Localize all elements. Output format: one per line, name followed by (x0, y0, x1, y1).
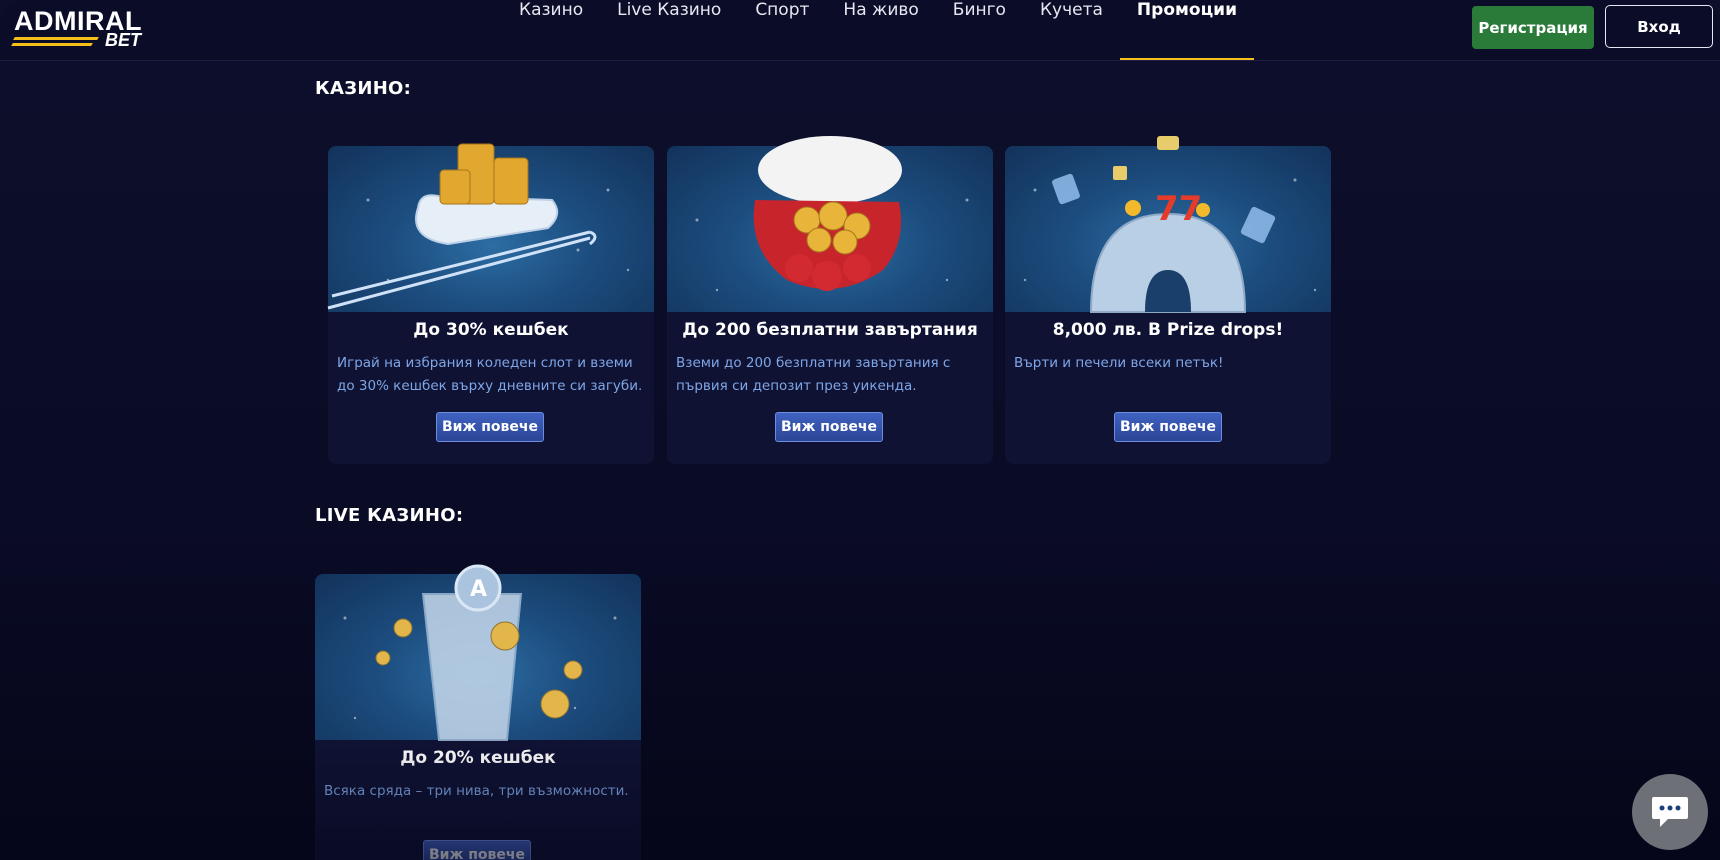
promo-image[interactable] (667, 136, 993, 312)
promo-description: Вземи до 200 безплатни завъртания с първ… (676, 355, 951, 394)
nav-item-live[interactable]: На живо (826, 0, 935, 60)
promo-title: До 20% кешбек (400, 748, 556, 768)
admiral-bet-logo[interactable]: ADMIRAL BET (10, 6, 158, 50)
mitten-with-coins-icon (695, 136, 969, 292)
promo-card: До 200 безплатни завъртания Вземи до 200… (667, 136, 993, 464)
ice-trophy-with-coins-icon: A (343, 564, 617, 741)
nav-item-casino[interactable]: Казино (502, 0, 600, 60)
nav-item-dogs[interactable]: Кучета (1023, 0, 1120, 60)
logo-stripe (11, 43, 93, 46)
see-more-button[interactable]: Виж повече (423, 840, 531, 860)
top-header: ADMIRAL BET Казино Live Казино Спорт На … (0, 0, 1720, 61)
nav-item-bingo[interactable]: Бинго (936, 0, 1023, 60)
logo-sub-text: BET (105, 30, 141, 50)
page: ADMIRAL BET Казино Live Казино Спорт На … (0, 0, 1720, 860)
promo-title: До 30% кешбек (413, 320, 569, 340)
promo-image[interactable] (327, 143, 654, 312)
nav-item-promotions[interactable]: Промоции (1119, 0, 1254, 60)
see-more-button[interactable]: Виж повече (436, 412, 544, 442)
promo-description: Играй на избрания коледен слот и вземи д… (337, 355, 643, 394)
see-more-button[interactable]: Виж повече (1114, 412, 1222, 442)
see-more-button[interactable]: Виж повече (775, 412, 883, 442)
section-title-live-casino: LIVE КАЗИНО: (315, 505, 464, 526)
igloo-with-slot-symbols-icon: 77 (1023, 136, 1317, 313)
main-nav: Казино Live Казино Спорт На живо Бинго К… (502, 0, 1254, 60)
register-button[interactable]: Регистрация (1472, 6, 1594, 49)
promo-title: 8,000 лв. В Prize drops! (1052, 320, 1284, 340)
chat-bubble-icon (1652, 797, 1688, 827)
login-button[interactable]: Вход (1605, 5, 1713, 48)
logo-stripe (13, 37, 99, 40)
promo-card: До 30% кешбек Играй на избрания коледен … (327, 143, 654, 464)
promo-image[interactable]: A (315, 564, 641, 741)
bottom-fade (0, 740, 1720, 860)
nav-item-live-casino[interactable]: Live Казино (600, 0, 738, 60)
svg-text:77: 77 (1155, 189, 1202, 229)
svg-text:A: A (470, 577, 487, 602)
sleigh-with-coins-icon (327, 143, 630, 310)
chat-button[interactable] (1632, 774, 1708, 850)
nav-item-sport[interactable]: Спорт (738, 0, 826, 60)
section-title-casino: КАЗИНО: (315, 78, 412, 99)
promo-description: Върти и печели всеки петък! (1014, 355, 1224, 371)
promo-description: Всяка сряда – три нива, три възможности. (324, 783, 629, 799)
promo-card: A До 20% кешбек Всяка сряда – три нива, … (315, 564, 641, 860)
promo-title: До 200 безплатни завъртания (682, 320, 978, 340)
promo-card: 77 8,000 лв. В Prize drops! Върти и пече… (1005, 136, 1331, 464)
promo-image[interactable]: 77 (1005, 136, 1331, 313)
